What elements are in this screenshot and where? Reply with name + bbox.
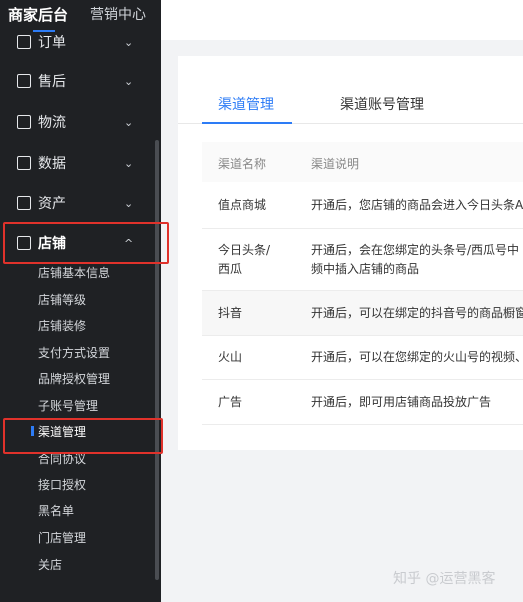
sidebar-subitem-brand-authorization[interactable]: 品牌授权管理 [38,370,110,387]
channel-name: 抖音 [218,306,243,320]
tab-channel-accounts[interactable]: 渠道账号管理 [340,94,424,114]
channel-description: 开通后，您店铺的商品会进入今日头条A [311,198,523,212]
sidebar-item-label: 物流 [38,115,66,131]
sidebar-item-data[interactable]: 数据 ⌄ [0,143,161,183]
highlight-box-channel [3,418,163,454]
chevron-down-icon: ⌄ [124,196,134,210]
sidebar-subitem-api-authorization[interactable]: 接口授权 [38,476,86,493]
table-row[interactable]: 火山 开通后，可以在您绑定的火山号的视频、 [202,336,523,380]
chevron-down-icon: ⌄ [124,35,134,49]
marketing-center-link[interactable]: 营销中心 [90,4,146,24]
wallet-icon [17,196,31,210]
sidebar-subitem-sub-accounts[interactable]: 子账号管理 [38,397,98,414]
highlight-box-store [3,222,169,264]
table-header: 渠道名称 渠道说明 [202,142,523,182]
table-row[interactable]: 值点商城 开通后，您店铺的商品会进入今日头条A [202,182,523,229]
sidebar-subitem-blacklist[interactable]: 黑名单 [38,502,74,519]
sidebar-item-label: 资产 [38,196,66,212]
sidebar-item-label: 数据 [38,156,66,172]
sidebar-subitem-store-locations[interactable]: 门店管理 [38,529,86,546]
chevron-down-icon: ⌄ [124,115,134,129]
column-header-name: 渠道名称 [218,157,267,171]
sidebar-item-logistics[interactable]: 物流 ⌄ [0,102,161,142]
tab-channel-management[interactable]: 渠道管理 [218,94,274,114]
channel-name: 火山 [218,350,243,364]
sidebar-item-aftersale[interactable]: 售后 ⌄ [0,61,161,101]
sidebar: 商家后台 营销中心 订单 ⌄ 售后 ⌄ 物流 ⌄ 数据 ⌄ 资产 ⌄ 店铺 ^ … [0,0,161,602]
top-header [161,0,523,40]
channel-name: 今日头条/ 西瓜 [218,243,271,276]
channel-description: 开通后，可以在绑定的抖音号的商品橱窗 [311,306,523,320]
tab-active-indicator [202,122,292,124]
chart-icon [17,156,31,170]
table-row[interactable]: 今日头条/ 西瓜 开通后，会在您绑定的头条号/西瓜号中 频中插入店铺的商品 [202,229,523,291]
column-header-description: 渠道说明 [311,157,360,171]
channel-description: 开通后，即可用店铺商品投放广告 [311,395,492,409]
table-row[interactable]: 广告 开通后，即可用店铺商品投放广告 [202,380,523,425]
channel-description: 开通后，可以在您绑定的火山号的视频、 [311,350,523,364]
order-icon [17,35,31,49]
tab-bar: 渠道管理 渠道账号管理 [178,86,523,124]
sidebar-subitem-close-store[interactable]: 关店 [38,556,62,573]
chevron-down-icon: ⌄ [124,156,134,170]
content-card: 渠道管理 渠道账号管理 渠道名称 渠道说明 值点商城 开通后，您店铺的商品会进入… [178,56,523,450]
watermark: 知乎 @运营黑客 [393,571,496,587]
truck-icon [17,115,31,129]
sidebar-subitem-payment-settings[interactable]: 支付方式设置 [38,344,110,361]
sidebar-subitem-store-info[interactable]: 店铺基本信息 [38,264,110,281]
sidebar-item-order[interactable]: 订单 ⌄ [0,22,161,62]
chevron-down-icon: ⌄ [124,74,134,88]
sidebar-subitem-store-level[interactable]: 店铺等级 [38,291,86,308]
sidebar-subitem-store-decoration[interactable]: 店铺装修 [38,317,86,334]
channel-description: 开通后，会在您绑定的头条号/西瓜号中 频中插入店铺的商品 [311,243,520,276]
sidebar-item-label: 订单 [38,35,66,51]
channel-name: 广告 [218,395,243,409]
table-row[interactable]: 抖音 开通后，可以在绑定的抖音号的商品橱窗 [202,291,523,336]
sidebar-item-label: 售后 [38,74,66,90]
sidebar-item-assets[interactable]: 资产 ⌄ [0,183,161,223]
channel-name: 值点商城 [218,198,267,212]
aftersale-icon [17,74,31,88]
sidebar-scrollbar[interactable] [155,140,159,580]
